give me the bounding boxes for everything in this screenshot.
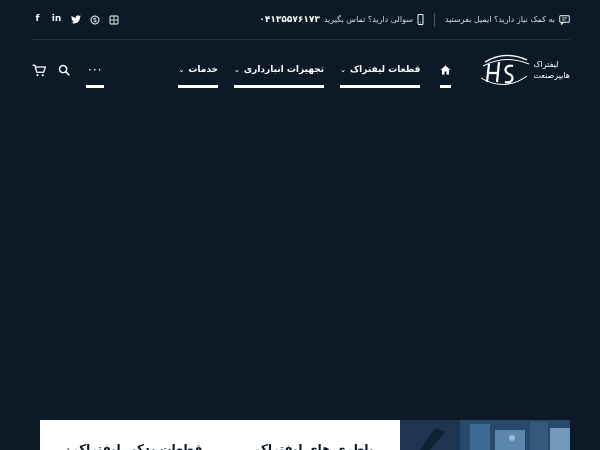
contact-info: به کمک نیاز دارید؟ ایمیل بفرستید سوالی د…: [259, 12, 570, 27]
logo-line-2: هایپرصنعت: [533, 71, 570, 80]
nav-item-forklift-parts[interactable]: قطعات لیفتراک ⌄: [340, 60, 421, 88]
facebook-icon[interactable]: f: [32, 14, 43, 25]
nav-item-services[interactable]: خدمات ⌄: [178, 60, 219, 88]
skype-icon[interactable]: [89, 14, 100, 25]
chevron-left-icon: ‹: [66, 444, 70, 450]
top-bar: f in به کمک نیاز دارید؟ ایمیل بفرستید سو…: [32, 0, 570, 40]
nav-item-label: خدمات: [188, 65, 219, 75]
nav-actions: ···: [32, 60, 105, 88]
twitter-icon[interactable]: [70, 14, 81, 25]
nav-item-warehouse-equipment[interactable]: تجهیزات انبارداری ⌄: [234, 60, 325, 88]
linkedin-icon[interactable]: in: [51, 14, 62, 25]
warehouse-photo: [400, 420, 570, 450]
phone-prompt-text: سوالی دارید؟ تماس بگیرید: [323, 15, 413, 24]
divider: [433, 12, 435, 27]
nav-item-home[interactable]: [440, 60, 452, 88]
phone-contact[interactable]: سوالی دارید؟ تماس بگیرید ۰۴۱۳۵۵۷۶۱۷۳: [259, 14, 424, 25]
hs-logo-mark: [481, 54, 530, 85]
home-icon: [440, 65, 451, 75]
chevron-down-icon: ⌄: [340, 66, 346, 74]
chat-icon: [559, 14, 570, 25]
hero-image: [400, 420, 570, 450]
mobile-phone-icon: [417, 14, 424, 25]
logo-text: لیفتراک هایپرصنعت: [533, 59, 570, 81]
chevron-down-icon: ⌄: [178, 66, 185, 74]
email-contact-text: به کمک نیاز دارید؟ ایمیل بفرستید: [444, 15, 555, 24]
email-contact[interactable]: به کمک نیاز دارید؟ ایمیل بفرستید: [444, 14, 570, 25]
nav-right: قطعات لیفتراک ⌄ تجهیزات انبارداری ⌄ خدما…: [178, 52, 570, 88]
nav-item-label: تجهیزات انبارداری: [243, 65, 325, 75]
category-batteries[interactable]: باطری های لیفتراک: [256, 442, 374, 450]
phone-number[interactable]: ۰۴۱۳۵۵۷۶۱۷۳: [259, 15, 319, 25]
nav-item-label: قطعات لیفتراک: [349, 65, 421, 75]
category-label: باطری های لیفتراک: [255, 442, 374, 450]
nav-menu: قطعات لیفتراک ⌄ تجهیزات انبارداری ⌄ خدما…: [178, 60, 452, 88]
search-icon[interactable]: [58, 64, 70, 76]
cart-icon[interactable]: [32, 64, 46, 77]
category-card: قطعات یدکی لیفتراک ‹ باطری های لیفتراک: [40, 420, 400, 450]
logo-line-1: لیفتراک: [533, 60, 559, 69]
chevron-down-icon: ⌄: [234, 66, 240, 74]
more-menu-button[interactable]: ···: [86, 60, 105, 88]
category-spare-parts[interactable]: قطعات یدکی لیفتراک ‹: [67, 442, 203, 450]
windows-icon[interactable]: [108, 14, 119, 25]
category-label: قطعات یدکی لیفتراک: [73, 442, 203, 450]
social-links: f in: [32, 14, 119, 25]
site-logo[interactable]: لیفتراک هایپرصنعت: [479, 52, 570, 88]
main-navigation: ··· قطعات لیفتراک ⌄ تجهیزات انبارداری ⌄ …: [32, 48, 570, 92]
